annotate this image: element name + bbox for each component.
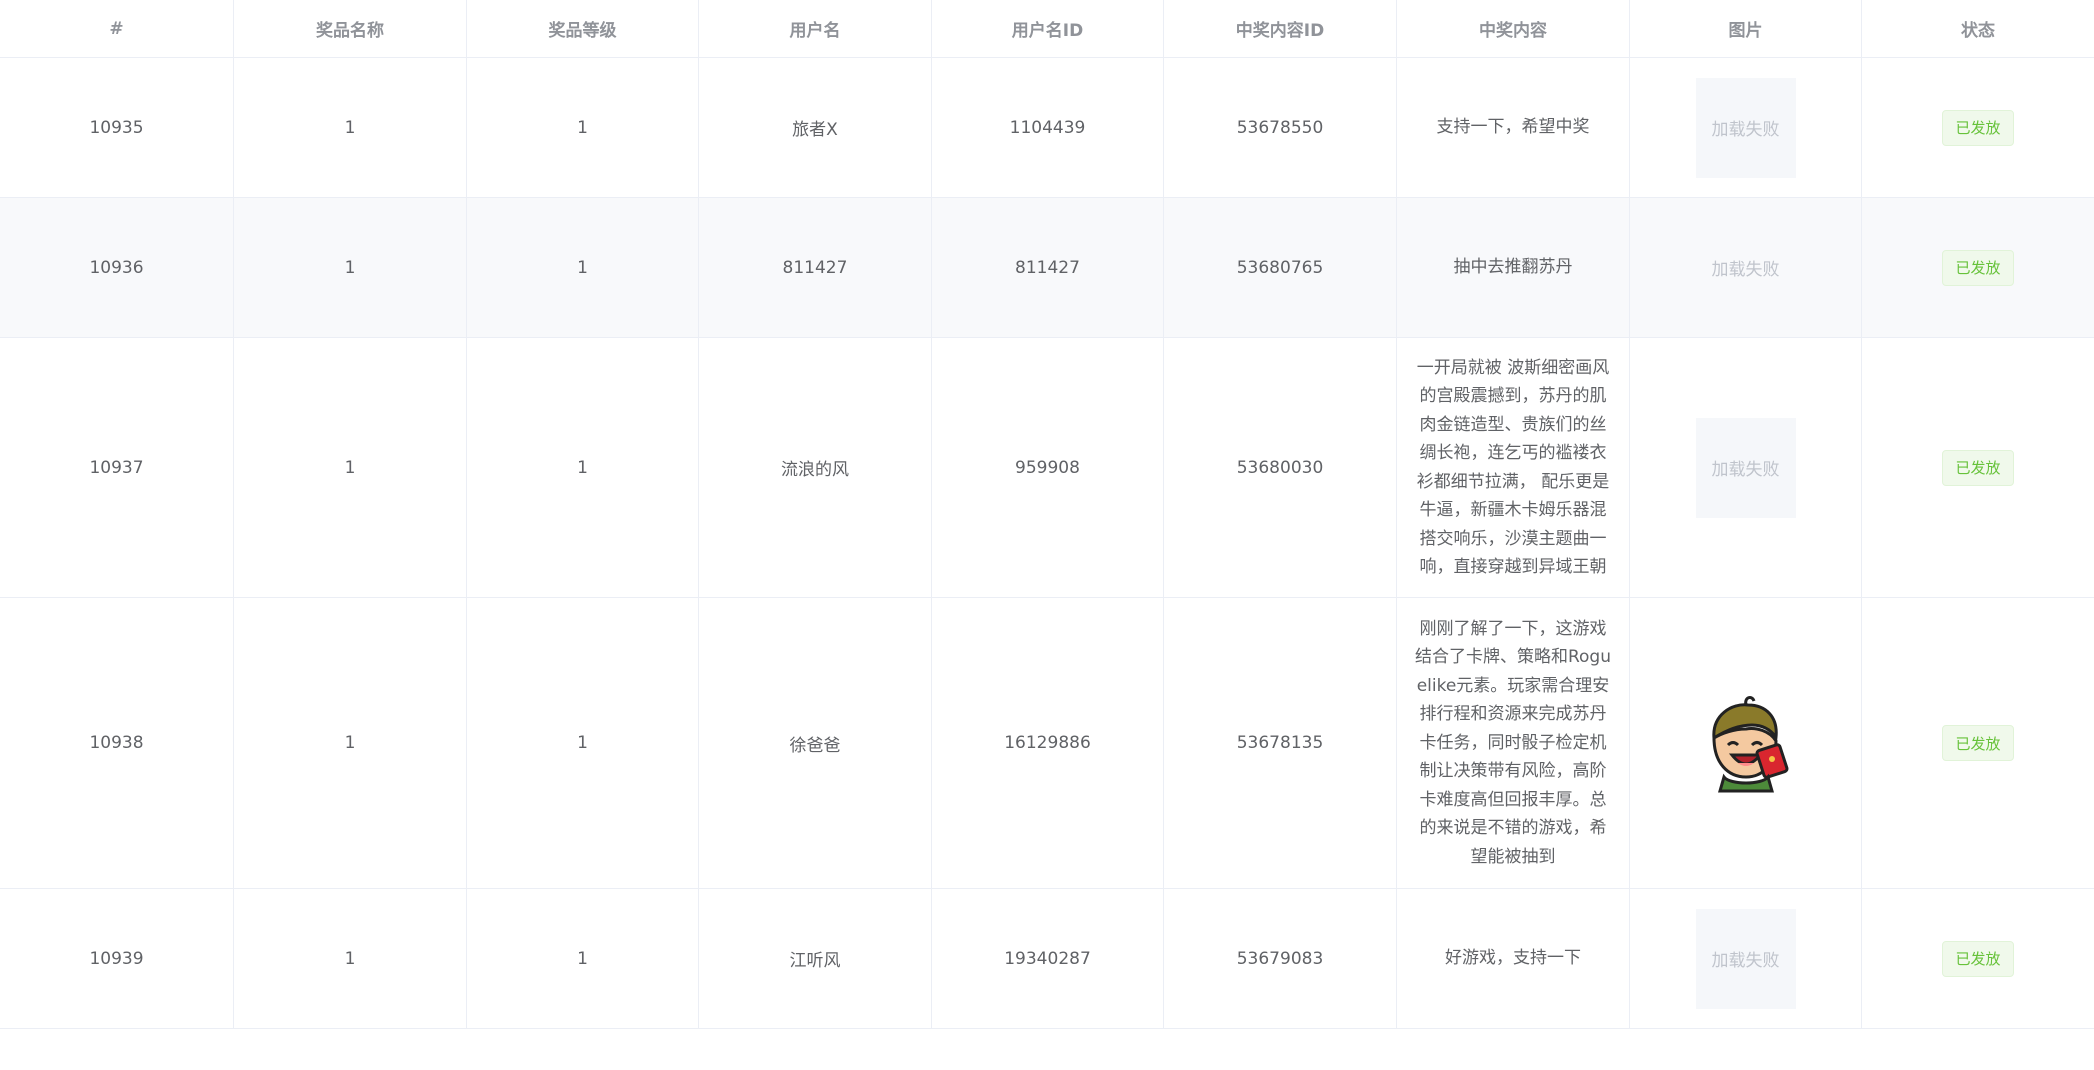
cell-id: 10939 (0, 889, 234, 1028)
cell-username: 旅者X (699, 58, 932, 197)
cell-status: 已发放 (1862, 598, 2094, 888)
content-text: 刚刚了解了一下，这游戏结合了卡牌、策略和Roguelike元素。玩家需合理安排行… (1414, 618, 1611, 867)
table-row[interactable]: 10935 1 1 旅者X 1104439 53678550 支持一下，希望中奖… (0, 58, 2094, 198)
cell-prize-name: 1 (234, 198, 467, 337)
cell-username: 流浪的风 (699, 338, 932, 597)
cell-image (1630, 598, 1862, 888)
cell-status: 已发放 (1862, 889, 2094, 1028)
cell-prize-level: 1 (467, 198, 699, 337)
cell-prize-level: 1 (467, 889, 699, 1028)
cell-user-id: 16129886 (932, 598, 1164, 888)
cell-id: 10938 (0, 598, 234, 888)
cell-content: 好游戏，支持一下 (1397, 889, 1630, 1028)
header-username[interactable]: 用户名 (699, 0, 932, 57)
cell-content-id: 53678135 (1164, 598, 1397, 888)
cell-id: 10935 (0, 58, 234, 197)
cell-image: 加载失败 (1630, 58, 1862, 197)
header-prize-level[interactable]: 奖品等级 (467, 0, 699, 57)
table-row[interactable]: 10939 1 1 江听风 19340287 53679083 好游戏，支持一下… (0, 889, 2094, 1029)
cell-prize-name: 1 (234, 58, 467, 197)
table-row[interactable]: 10937 1 1 流浪的风 959908 53680030 一开局就被 波斯细… (0, 338, 2094, 598)
header-prize-name[interactable]: 奖品名称 (234, 0, 467, 57)
content-text: 抽中去推翻苏丹 (1453, 257, 1573, 278)
status-badge: 已发放 (1942, 449, 2014, 486)
cell-prize-level: 1 (467, 338, 699, 597)
content-text: 一开局就被 波斯细密画风的宫殿震撼到，苏丹的肌肉金链造型、贵族们的丝绸长袍，连乞… (1416, 357, 1610, 578)
cell-prize-name: 1 (234, 338, 467, 597)
status-badge: 已发放 (1942, 109, 2014, 146)
cell-user-id: 811427 (932, 198, 1164, 337)
cell-content: 抽中去推翻苏丹 (1397, 198, 1630, 337)
status-badge: 已发放 (1942, 725, 2014, 761)
header-user-id[interactable]: 用户名ID (932, 0, 1164, 57)
cell-username: 811427 (699, 198, 932, 337)
header-image[interactable]: 图片 (1630, 0, 1862, 57)
image-placeholder[interactable]: 加载失败 (1696, 218, 1796, 318)
status-badge: 已发放 (1942, 249, 2014, 286)
cell-content: 一开局就被 波斯细密画风的宫殿震撼到，苏丹的肌肉金链造型、贵族们的丝绸长袍，连乞… (1397, 338, 1630, 597)
content-text: 好游戏，支持一下 (1445, 948, 1581, 969)
cell-status: 已发放 (1862, 198, 2094, 337)
cell-image: 加载失败 (1630, 338, 1862, 597)
table-row[interactable]: 10938 1 1 徐爸爸 16129886 53678135 刚刚了解了一下，… (0, 598, 2094, 889)
cell-content: 支持一下，希望中奖 (1397, 58, 1630, 197)
cell-prize-level: 1 (467, 58, 699, 197)
content-text: 支持一下，希望中奖 (1436, 117, 1590, 138)
header-id[interactable]: # (0, 0, 234, 57)
image-placeholder[interactable]: 加载失败 (1695, 908, 1796, 1009)
cell-status: 已发放 (1862, 338, 2094, 597)
cell-prize-name: 1 (234, 889, 467, 1028)
cell-prize-level: 1 (467, 598, 699, 888)
prize-table: # 奖品名称 奖品等级 用户名 用户名ID 中奖内容ID 中奖内容 图片 状态 … (0, 0, 2094, 1029)
cell-user-id: 19340287 (932, 889, 1164, 1028)
cell-id: 10937 (0, 338, 234, 597)
cell-username: 徐爸爸 (699, 598, 932, 888)
cell-content-id: 53678550 (1164, 58, 1397, 197)
cell-status: 已发放 (1862, 58, 2094, 197)
cell-prize-name: 1 (234, 598, 467, 888)
table-header: # 奖品名称 奖品等级 用户名 用户名ID 中奖内容ID 中奖内容 图片 状态 (0, 0, 2094, 58)
header-content-id[interactable]: 中奖内容ID (1164, 0, 1397, 57)
image-placeholder[interactable]: 加载失败 (1695, 77, 1796, 178)
cell-image: 加载失败 (1630, 198, 1862, 337)
cell-user-id: 959908 (932, 338, 1164, 597)
cell-id: 10936 (0, 198, 234, 337)
cell-image: 加载失败 (1630, 889, 1862, 1028)
cell-content: 刚刚了解了一下，这游戏结合了卡牌、策略和Roguelike元素。玩家需合理安排行… (1397, 598, 1630, 888)
table-row[interactable]: 10936 1 1 811427 811427 53680765 抽中去推翻苏丹… (0, 198, 2094, 338)
cell-content-id: 53680030 (1164, 338, 1397, 597)
header-content[interactable]: 中奖内容 (1397, 0, 1630, 57)
cartoon-avatar-icon[interactable] (1696, 693, 1796, 793)
image-placeholder[interactable]: 加载失败 (1695, 417, 1796, 518)
cell-content-id: 53680765 (1164, 198, 1397, 337)
header-status[interactable]: 状态 (1862, 0, 2094, 57)
cell-content-id: 53679083 (1164, 889, 1397, 1028)
cell-user-id: 1104439 (932, 58, 1164, 197)
status-badge: 已发放 (1942, 940, 2014, 977)
cell-username: 江听风 (699, 889, 932, 1028)
